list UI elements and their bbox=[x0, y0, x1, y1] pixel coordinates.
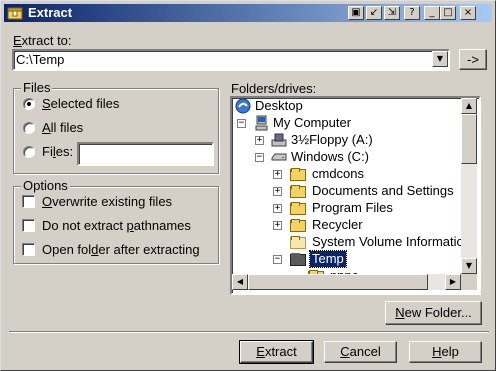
tree-item-my-computer[interactable]: − My Computer bbox=[232, 115, 461, 132]
horizontal-scroll-thumb[interactable] bbox=[248, 274, 428, 290]
tree-item-cmdcons[interactable]: + cmdcons bbox=[232, 166, 461, 183]
help-button[interactable]: Help bbox=[409, 341, 482, 363]
extract-to-label: Extract to: bbox=[13, 33, 72, 48]
chevron-down-icon[interactable]: ▼ bbox=[432, 51, 448, 67]
collapse-icon[interactable]: − bbox=[273, 255, 282, 264]
folder-icon bbox=[290, 236, 306, 249]
scroll-down-icon[interactable]: ▼ bbox=[461, 258, 477, 274]
folder-icon bbox=[290, 202, 306, 215]
scroll-right-icon[interactable]: ▶ bbox=[445, 274, 461, 290]
extract-to-combobox[interactable]: C:\Temp ▼ bbox=[12, 49, 450, 71]
collapse-icon[interactable]: − bbox=[237, 119, 246, 128]
tree-item-floppy[interactable]: + 3½Floppy (A:) bbox=[232, 132, 461, 149]
cancel-button[interactable]: Cancel bbox=[324, 341, 397, 363]
tree-item-documents-and-settings[interactable]: + Documents and Settings bbox=[232, 183, 461, 200]
folder-icon bbox=[290, 219, 306, 232]
files-pattern-input[interactable] bbox=[77, 142, 214, 166]
open-folder-checkbox[interactable] bbox=[22, 243, 35, 256]
extract-dialog: Extract ▣ ↙ ⇲ ? _ □ × Extract to: C:\Tem… bbox=[0, 0, 496, 371]
expand-icon[interactable]: + bbox=[273, 187, 282, 196]
tree-item-windows-c[interactable]: − Windows (C:) bbox=[232, 149, 461, 166]
minimize-button[interactable]: _ bbox=[424, 6, 440, 20]
pin-icon[interactable]: ▣ bbox=[348, 6, 364, 20]
overwrite-checkbox[interactable] bbox=[22, 195, 35, 208]
files-group-title: Files bbox=[21, 80, 53, 95]
folder-icon bbox=[290, 168, 306, 181]
expand-icon[interactable]: + bbox=[273, 221, 282, 230]
hard-drive-icon bbox=[271, 153, 287, 161]
tree-item-program-files[interactable]: + Program Files bbox=[232, 200, 461, 217]
maximize-button[interactable]: □ bbox=[440, 6, 456, 20]
open-folder-label[interactable]: Open folder after extracting bbox=[42, 242, 200, 258]
selected-files-radio[interactable] bbox=[23, 98, 35, 110]
horizontal-scrollbar[interactable]: ◀ ▶ bbox=[232, 274, 461, 290]
scroll-left-icon[interactable]: ◀ bbox=[232, 274, 248, 290]
title-bar[interactable]: Extract ▣ ↙ ⇲ ? _ □ × bbox=[4, 4, 492, 22]
tree-item-desktop[interactable]: Desktop bbox=[232, 98, 461, 115]
folder-open-icon bbox=[290, 253, 306, 266]
help-title-button[interactable]: ? bbox=[404, 6, 420, 20]
tree-item-system-volume-information[interactable]: System Volume Informatic bbox=[232, 234, 461, 251]
archive-icon bbox=[7, 7, 23, 20]
folder-tree-viewport: Desktop − My Computer + 3½Floppy (A:) − … bbox=[232, 98, 461, 274]
window-title: Extract bbox=[28, 5, 73, 20]
scrollbar-corner bbox=[461, 274, 477, 290]
separator bbox=[9, 331, 489, 333]
scroll-up-icon[interactable]: ▲ bbox=[461, 98, 477, 114]
all-files-radio[interactable] bbox=[23, 122, 35, 134]
folder-icon bbox=[290, 185, 306, 198]
vertical-scrollbar[interactable]: ▲ ▼ bbox=[461, 98, 477, 274]
folders-drives-label: Folders/drives: bbox=[231, 81, 317, 96]
overwrite-label[interactable]: Overwrite existing files bbox=[42, 194, 172, 210]
options-group-title: Options bbox=[21, 178, 70, 193]
no-pathnames-checkbox[interactable] bbox=[22, 219, 35, 232]
roll-up-icon[interactable]: ⇲ bbox=[384, 6, 400, 20]
close-button[interactable]: × bbox=[460, 6, 476, 20]
extract-button[interactable]: Extract bbox=[239, 340, 314, 364]
shrink-icon[interactable]: ↙ bbox=[366, 6, 382, 20]
scroll-thumb[interactable] bbox=[461, 114, 477, 164]
expand-icon[interactable]: + bbox=[273, 170, 282, 179]
expand-icon[interactable]: + bbox=[255, 136, 264, 145]
selected-files-label[interactable]: Selected files bbox=[42, 96, 119, 112]
no-pathnames-label[interactable]: Do not extract pathnames bbox=[42, 218, 191, 234]
files-pattern-label[interactable]: Files: bbox=[42, 144, 73, 160]
tree-item-temp[interactable]: − Temp bbox=[232, 250, 461, 268]
expand-icon[interactable]: + bbox=[273, 204, 282, 213]
folder-tree[interactable]: Desktop − My Computer + 3½Floppy (A:) − … bbox=[230, 96, 481, 295]
files-pattern-radio[interactable] bbox=[23, 146, 35, 158]
browse-arrow-button[interactable]: -> bbox=[459, 49, 487, 70]
new-folder-button[interactable]: New Folder... bbox=[385, 301, 482, 325]
collapse-icon[interactable]: − bbox=[255, 153, 264, 162]
extract-to-value: C:\Temp bbox=[16, 52, 65, 67]
all-files-label[interactable]: All files bbox=[42, 120, 83, 136]
floppy-drive-icon bbox=[271, 133, 287, 147]
tree-item-recycler[interactable]: + Recycler bbox=[232, 217, 461, 234]
desktop-icon bbox=[235, 98, 251, 114]
computer-icon bbox=[255, 115, 268, 131]
